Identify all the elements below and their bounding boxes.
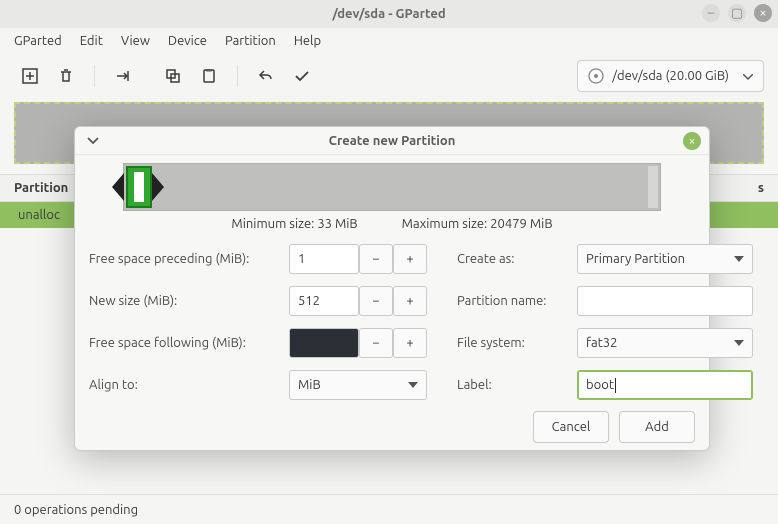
device-selector[interactable]: /dev/sda (20.00 GiB) bbox=[577, 60, 764, 92]
visual-end bbox=[648, 166, 658, 208]
undo-icon bbox=[250, 60, 282, 92]
new-partition-icon[interactable] bbox=[14, 60, 46, 92]
free-preceding-plus[interactable]: + bbox=[393, 244, 427, 274]
chevron-down-icon bbox=[734, 256, 744, 262]
free-following-input[interactable] bbox=[289, 328, 359, 358]
filesystem-combo[interactable]: fat32 bbox=[577, 328, 753, 358]
dialog-close-icon[interactable]: × bbox=[683, 132, 701, 150]
minimize-button[interactable]: – bbox=[702, 4, 720, 22]
window-title: /dev/sda - GParted bbox=[332, 7, 445, 21]
label-input[interactable]: boot bbox=[577, 370, 753, 400]
label-create-as: Create as: bbox=[457, 252, 577, 266]
label-new-size: New size (MiB): bbox=[89, 294, 289, 308]
chevron-down-icon bbox=[743, 69, 753, 83]
menu-help[interactable]: Help bbox=[294, 34, 321, 48]
partition-visual[interactable] bbox=[123, 163, 661, 211]
menu-edit[interactable]: Edit bbox=[80, 34, 103, 48]
close-button[interactable]: × bbox=[754, 4, 772, 22]
disk-icon bbox=[588, 68, 604, 84]
statusbar: 0 operations pending bbox=[0, 494, 778, 524]
menu-view[interactable]: View bbox=[121, 34, 150, 48]
partition-block[interactable] bbox=[126, 166, 152, 208]
partition-name-input[interactable] bbox=[577, 286, 753, 316]
separator bbox=[94, 65, 95, 87]
label-align: Align to: bbox=[89, 378, 289, 392]
resize-handle-right[interactable] bbox=[152, 173, 164, 201]
new-size-input[interactable] bbox=[289, 286, 359, 316]
label-free-following: Free space following (MiB): bbox=[89, 336, 289, 350]
add-button[interactable]: Add bbox=[619, 411, 695, 443]
menubar: GParted Edit View Device Partition Help bbox=[0, 28, 778, 54]
free-preceding-input[interactable] bbox=[289, 244, 359, 274]
row-label: unalloc bbox=[18, 208, 60, 222]
status-text: 0 operations pending bbox=[14, 503, 138, 517]
paste-icon bbox=[193, 60, 225, 92]
chevron-down-icon bbox=[408, 382, 418, 388]
toolbar: /dev/sda (20.00 GiB) bbox=[0, 54, 778, 98]
new-size-minus[interactable]: − bbox=[359, 286, 393, 316]
separator bbox=[237, 65, 238, 87]
free-following-plus[interactable]: + bbox=[393, 328, 427, 358]
label-partition-name: Partition name: bbox=[457, 294, 577, 308]
label-filesystem: File system: bbox=[457, 336, 577, 350]
menu-gparted[interactable]: GParted bbox=[14, 34, 62, 48]
delete-icon bbox=[50, 60, 82, 92]
menu-device[interactable]: Device bbox=[168, 34, 207, 48]
resize-handle-left[interactable] bbox=[112, 173, 124, 201]
align-combo[interactable]: MiB bbox=[289, 370, 427, 400]
chevron-down-icon bbox=[734, 340, 744, 346]
col-right: s bbox=[758, 181, 764, 195]
free-preceding-minus[interactable]: − bbox=[359, 244, 393, 274]
min-size-text: Minimum size: 33 MiB bbox=[231, 217, 357, 231]
expand-icon[interactable] bbox=[85, 133, 101, 149]
text-caret bbox=[615, 378, 616, 393]
device-label: /dev/sda (20.00 GiB) bbox=[612, 69, 729, 83]
menu-partition[interactable]: Partition bbox=[225, 34, 276, 48]
max-size-text: Maximum size: 20479 MiB bbox=[402, 217, 553, 231]
titlebar: /dev/sda - GParted – ▢ × bbox=[0, 0, 778, 28]
label-free-preceding: Free space preceding (MiB): bbox=[89, 252, 289, 266]
create-as-combo[interactable]: Primary Partition bbox=[577, 244, 753, 274]
cancel-button[interactable]: Cancel bbox=[533, 411, 609, 443]
create-partition-dialog: Create new Partition × Minimum size: 33 … bbox=[74, 126, 710, 451]
col-partition: Partition bbox=[14, 181, 68, 195]
dialog-title: Create new Partition bbox=[329, 134, 456, 148]
label-label: Label: bbox=[457, 378, 577, 392]
new-size-plus[interactable]: + bbox=[393, 286, 427, 316]
maximize-button[interactable]: ▢ bbox=[728, 4, 746, 22]
apply-icon bbox=[286, 60, 318, 92]
resize-icon bbox=[107, 60, 139, 92]
copy-icon bbox=[157, 60, 189, 92]
free-following-minus[interactable]: − bbox=[359, 328, 393, 358]
